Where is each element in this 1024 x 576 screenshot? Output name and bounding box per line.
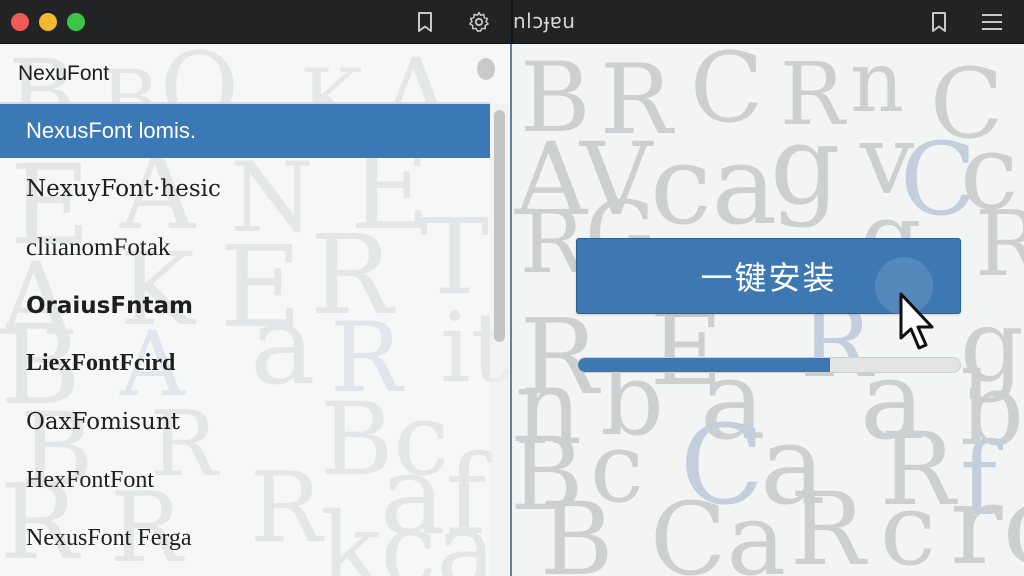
font-sidebar: NexuFont NexusFont lomis. NexuyFont·hesi…	[0, 44, 512, 576]
bookmark-icon[interactable]	[928, 11, 950, 33]
minimize-window-button[interactable]	[39, 13, 57, 31]
install-progress-bar	[577, 357, 961, 373]
hamburger-menu-icon[interactable]	[981, 11, 1003, 33]
install-progress-fill	[578, 358, 831, 372]
right-pane-title: nlɔɟɐu	[513, 9, 576, 33]
scrollbar-thumb[interactable]	[494, 110, 505, 342]
font-list-item[interactable]: OraiusFntam	[0, 277, 490, 335]
close-window-button[interactable]	[11, 13, 29, 31]
window-titlebar: nlɔɟɐu	[0, 0, 1024, 44]
font-list-item[interactable]: NexusFont Ferga	[0, 509, 490, 567]
font-list-scrollbar[interactable]	[490, 104, 510, 576]
install-button-label: 一键安装	[700, 259, 837, 297]
pointer-cursor-icon	[898, 292, 938, 359]
font-list: NexusFont lomis. NexuyFont·hesic cliiano…	[0, 104, 490, 576]
status-indicator	[477, 58, 495, 80]
bookmark-icon[interactable]	[414, 11, 436, 33]
app-name: NexuFont	[18, 62, 110, 85]
font-list-item[interactable]: cliianomFotak	[0, 219, 490, 277]
maximize-window-button[interactable]	[67, 13, 85, 31]
font-list-item[interactable]: LiexFontFcird	[0, 334, 490, 392]
font-list-item[interactable]: OaxFomisunt	[0, 393, 490, 451]
gear-icon[interactable]	[468, 11, 490, 33]
font-list-item[interactable]: NexuyFont·hesic	[0, 160, 490, 218]
font-list-item[interactable]: HexFontFont	[0, 451, 490, 509]
font-list-item-selected[interactable]: NexusFont lomis.	[0, 104, 490, 158]
